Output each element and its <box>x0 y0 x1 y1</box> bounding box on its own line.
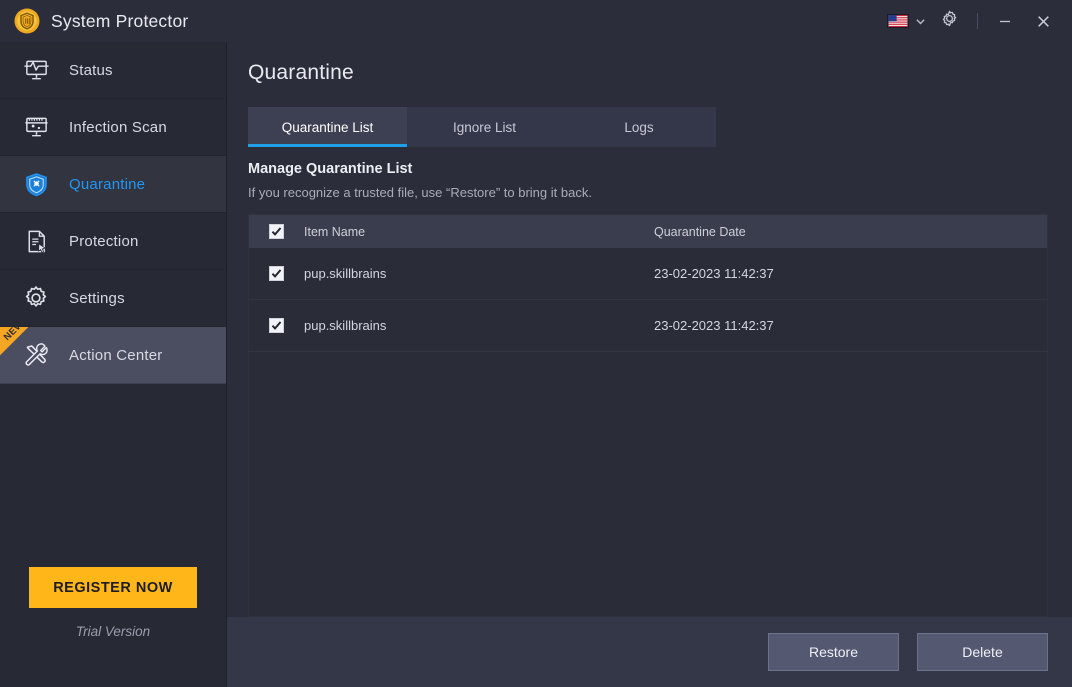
language-selector[interactable] <box>881 0 929 42</box>
settings-gear-button[interactable] <box>929 0 969 42</box>
table-body: pup.skillbrains 23-02-2023 11:42:37 pup.… <box>249 248 1047 352</box>
manage-subtitle: If you recognize a trusted file, use “Re… <box>248 185 1072 200</box>
close-icon <box>1036 14 1051 29</box>
minimize-icon <box>998 14 1012 28</box>
register-now-button[interactable]: REGISTER NOW <box>29 567 197 608</box>
delete-button[interactable]: Delete <box>917 633 1048 671</box>
sidebar-spacer <box>0 384 226 567</box>
title-bar-controls <box>881 0 1062 42</box>
monitor-scan-icon <box>22 113 50 141</box>
sidebar-item-settings[interactable]: Settings <box>0 270 226 327</box>
row-checkbox[interactable] <box>269 318 284 333</box>
titlebar-divider <box>977 13 978 29</box>
trial-version-label: Trial Version <box>0 624 226 639</box>
window-body: Status <box>0 42 1072 687</box>
chevron-down-icon <box>916 17 925 26</box>
cell-item-name: pup.skillbrains <box>304 266 654 281</box>
row-select-cell[interactable] <box>249 266 304 281</box>
sidebar-item-action-center[interactable]: NEW Action Center <box>0 327 226 384</box>
cell-quarantine-date: 23-02-2023 11:42:37 <box>654 266 1047 281</box>
column-header-item-name[interactable]: Item Name <box>304 225 654 239</box>
manage-title: Manage Quarantine List <box>248 161 1072 177</box>
sidebar-item-quarantine[interactable]: Quarantine <box>0 156 226 213</box>
column-header-quarantine-date[interactable]: Quarantine Date <box>654 225 1047 239</box>
sidebar-item-status[interactable]: Status <box>0 42 226 99</box>
gear-icon <box>941 10 958 32</box>
row-select-cell[interactable] <box>249 318 304 333</box>
select-all-checkbox[interactable] <box>269 224 284 239</box>
tab-logs[interactable]: Logs <box>562 107 716 147</box>
tab-label: Ignore List <box>453 120 516 135</box>
sidebar-item-label: Action Center <box>69 347 162 364</box>
app-title: System Protector <box>51 11 188 32</box>
shield-bug-icon <box>22 170 50 198</box>
document-cursor-icon <box>22 227 50 255</box>
sidebar-item-label: Status <box>69 62 113 79</box>
tab-ignore-list[interactable]: Ignore List <box>407 107 562 147</box>
table-row[interactable]: pup.skillbrains 23-02-2023 11:42:37 <box>249 248 1047 300</box>
tab-bar: Quarantine List Ignore List Logs <box>227 107 1072 147</box>
table-header-row: Item Name Quarantine Date <box>249 215 1047 248</box>
sidebar-item-label: Infection Scan <box>69 119 167 136</box>
sidebar-item-label: Protection <box>69 233 139 250</box>
action-button-bar: Restore Delete <box>227 617 1072 687</box>
manage-header: Manage Quarantine List If you recognize … <box>227 147 1072 200</box>
sidebar: Status <box>0 42 227 687</box>
title-bar: System Protector <box>0 0 1072 42</box>
sidebar-nav: Status <box>0 42 226 384</box>
us-flag-icon <box>887 14 909 28</box>
restore-button[interactable]: Restore <box>768 633 899 671</box>
quarantine-table-panel: Item Name Quarantine Date pup.skillbrain… <box>248 214 1048 617</box>
tools-icon <box>22 341 50 369</box>
sidebar-item-label: Settings <box>69 290 125 307</box>
app-brand: System Protector <box>14 8 188 34</box>
tab-label: Quarantine List <box>282 120 374 135</box>
cell-item-name: pup.skillbrains <box>304 318 654 333</box>
shield-badge-icon <box>14 8 40 34</box>
monitor-pulse-icon <box>22 56 50 84</box>
row-checkbox[interactable] <box>269 266 284 281</box>
tab-quarantine-list[interactable]: Quarantine List <box>248 107 407 147</box>
table-row[interactable]: pup.skillbrains 23-02-2023 11:42:37 <box>249 300 1047 352</box>
sidebar-item-label: Quarantine <box>69 176 145 193</box>
tab-label: Logs <box>624 120 653 135</box>
close-button[interactable] <box>1024 0 1062 42</box>
cell-quarantine-date: 23-02-2023 11:42:37 <box>654 318 1047 333</box>
select-all-cell[interactable] <box>249 224 304 239</box>
gear-icon <box>22 284 50 312</box>
table-empty-area <box>249 352 1047 616</box>
sidebar-item-protection[interactable]: Protection <box>0 213 226 270</box>
sidebar-footer: REGISTER NOW Trial Version <box>0 567 226 687</box>
application-window: System Protector <box>0 0 1072 687</box>
main-content: Quarantine Quarantine List Ignore List L… <box>227 42 1072 687</box>
minimize-button[interactable] <box>986 0 1024 42</box>
sidebar-item-infection-scan[interactable]: Infection Scan <box>0 99 226 156</box>
page-title: Quarantine <box>227 42 1072 85</box>
